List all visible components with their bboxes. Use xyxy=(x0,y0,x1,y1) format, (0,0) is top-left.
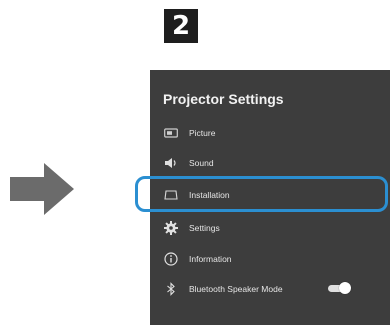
menu-item-label: Bluetooth Speaker Mode xyxy=(189,284,283,294)
menu-item-picture[interactable]: Picture xyxy=(150,118,390,148)
menu-item-bluetooth-speaker-mode[interactable]: Bluetooth Speaker Mode xyxy=(150,274,390,304)
right-arrow-icon xyxy=(10,163,74,215)
menu-item-sound[interactable]: Sound xyxy=(150,148,390,178)
installation-highlight-frame xyxy=(135,176,388,212)
menu-item-label: Picture xyxy=(189,128,216,138)
picture-icon xyxy=(163,125,179,141)
info-icon xyxy=(163,251,179,267)
menu-item-label: Sound xyxy=(189,158,214,168)
menu-item-settings[interactable]: Settings xyxy=(150,213,390,243)
bluetooth-speaker-toggle[interactable] xyxy=(328,282,351,294)
menu-item-information[interactable]: Information xyxy=(150,244,390,274)
speaker-icon xyxy=(163,155,179,171)
toggle-knob xyxy=(339,282,351,294)
menu-title: Projector Settings xyxy=(163,91,284,107)
menu-item-label: Information xyxy=(189,254,232,264)
gear-icon xyxy=(163,220,179,236)
menu-item-label: Settings xyxy=(189,223,220,233)
bluetooth-icon xyxy=(163,281,179,297)
step-number-badge: 2 xyxy=(164,9,198,43)
